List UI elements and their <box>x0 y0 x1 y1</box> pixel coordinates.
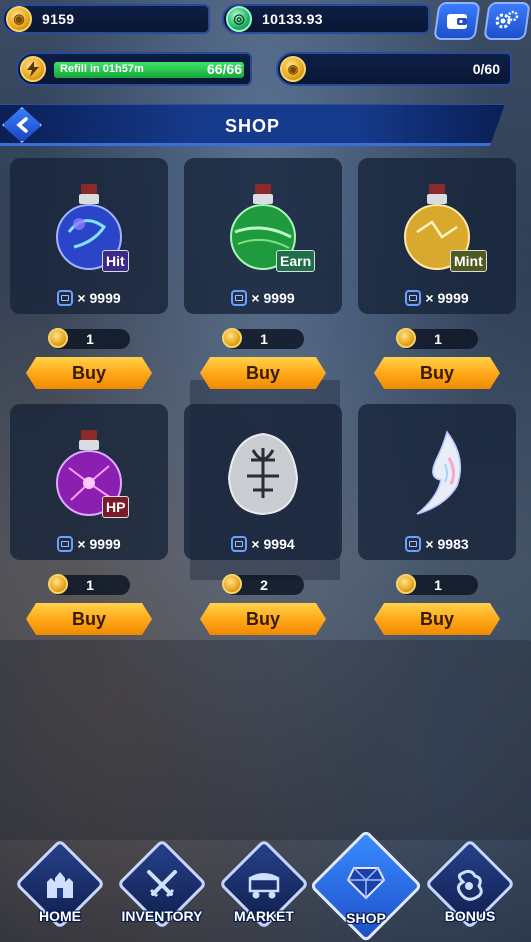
item-stock: × 9994 <box>184 536 342 552</box>
price-tag: 1 <box>396 574 478 595</box>
coin-progress-value: 0/60 <box>472 61 500 77</box>
green-value: 10133.93 <box>262 11 323 27</box>
crossed-swords-icon <box>147 870 177 898</box>
chevron-left-icon <box>16 117 28 133</box>
rune-stone-icon <box>227 432 299 516</box>
castle-icon <box>47 872 73 898</box>
shop-item-earn-potion[interactable]: Earn × 9999 <box>184 158 342 314</box>
buy-button-earn[interactable]: Buy <box>200 357 326 389</box>
item-stock: × 9999 <box>358 290 516 306</box>
item-tag: Earn <box>276 250 316 272</box>
stock-icon <box>57 290 74 306</box>
item-stock: × 9983 <box>358 536 516 552</box>
market-cart-icon <box>248 873 280 899</box>
nav-bonus[interactable]: BONUS <box>424 838 516 938</box>
shop-item-hp-potion[interactable]: HP × 9999 <box>10 404 168 560</box>
top-bar: ◉ 9159 ◎ 10133.93 <box>0 0 531 40</box>
item-stock: × 9999 <box>10 536 168 552</box>
crystal-shard-icon <box>416 430 462 515</box>
shop-item-rune-stone[interactable]: × 9994 <box>184 404 342 560</box>
stock-icon <box>57 536 74 552</box>
wallet-icon <box>447 14 467 29</box>
nav-home[interactable]: HOME <box>14 838 106 938</box>
stock-icon <box>231 290 248 306</box>
stock-count: 9999 <box>263 290 295 306</box>
nav-label: INVENTORY <box>121 908 203 924</box>
price-tag: 1 <box>48 574 130 595</box>
price-tag: 1 <box>222 328 304 349</box>
nav-label: SHOP <box>346 910 386 926</box>
gem-icon <box>346 867 386 900</box>
coin-progress-bar: ◉ 0/60 <box>276 52 512 86</box>
nav-icon-wrap <box>218 868 310 900</box>
energy-value: 66/66 <box>206 61 242 77</box>
gold-value: 9159 <box>42 11 75 27</box>
nav-market[interactable]: MARKET <box>218 838 310 938</box>
buy-button-mint[interactable]: Buy <box>374 357 500 389</box>
price-tag: 1 <box>396 328 478 349</box>
nav-icon-wrap <box>14 868 106 900</box>
stock-count: 9983 <box>437 536 469 552</box>
stock-count: 9999 <box>89 290 121 306</box>
stock-icon <box>405 536 422 552</box>
price-value: 1 <box>434 577 442 593</box>
nav-icon-wrap <box>116 868 208 900</box>
gear-icon <box>495 10 519 29</box>
bonus-icon <box>456 869 483 901</box>
stock-count: 9999 <box>437 290 469 306</box>
gold-coin-icon: ◉ <box>6 6 32 32</box>
price-value: 1 <box>260 331 268 347</box>
green-balance: ◎ 10133.93 <box>222 4 430 34</box>
wallet-button[interactable] <box>433 2 481 40</box>
item-stock: × 9999 <box>10 290 168 306</box>
price-tag: 1 <box>48 328 130 349</box>
price-value: 1 <box>86 331 94 347</box>
nav-inventory[interactable]: INVENTORY <box>116 838 208 938</box>
stock-count: 9999 <box>89 536 121 552</box>
item-stock: × 9999 <box>184 290 342 306</box>
price-tag: 2 <box>222 574 304 595</box>
gold-balance: ◉ 9159 <box>2 4 210 34</box>
price-value: 1 <box>434 331 442 347</box>
lightning-icon <box>20 56 46 82</box>
nav-label: BONUS <box>444 908 496 924</box>
energy-bar: Refill in 01h57m 66/66 <box>16 52 252 86</box>
shop-item-crystal-shard[interactable]: × 9983 <box>358 404 516 560</box>
price-value: 1 <box>86 577 94 593</box>
settings-button[interactable] <box>483 2 531 40</box>
page-title: SHOP <box>224 116 280 136</box>
stock-count: 9994 <box>263 536 295 552</box>
buy-button-shard[interactable]: Buy <box>374 603 500 635</box>
item-tag: HP <box>102 496 130 518</box>
nav-icon-wrap <box>424 868 516 902</box>
stock-icon <box>231 536 248 552</box>
buy-button-rune[interactable]: Buy <box>200 603 326 635</box>
green-token-icon: ◎ <box>226 6 252 32</box>
item-tag: Hit <box>102 250 129 272</box>
background-village <box>0 640 531 840</box>
buy-button-hp[interactable]: Buy <box>26 603 152 635</box>
nav-shop[interactable]: SHOP <box>309 829 423 942</box>
shop-item-hit-potion[interactable]: Hit × 9999 <box>10 158 168 314</box>
nav-icon-wrap <box>320 864 412 900</box>
price-value: 2 <box>260 577 268 593</box>
shop-item-mint-potion[interactable]: Mint × 9999 <box>358 158 516 314</box>
nav-label: HOME <box>39 908 81 924</box>
refill-timer: Refill in 01h57m <box>60 63 144 75</box>
buy-button-hit[interactable]: Buy <box>26 357 152 389</box>
nav-label: MARKET <box>234 908 294 924</box>
bottom-nav: HOME INVENTORY MARKET SHOP BONUS <box>0 829 531 942</box>
stock-icon <box>405 290 422 306</box>
item-tag: Mint <box>450 250 487 272</box>
coin-icon: ◉ <box>280 56 306 82</box>
